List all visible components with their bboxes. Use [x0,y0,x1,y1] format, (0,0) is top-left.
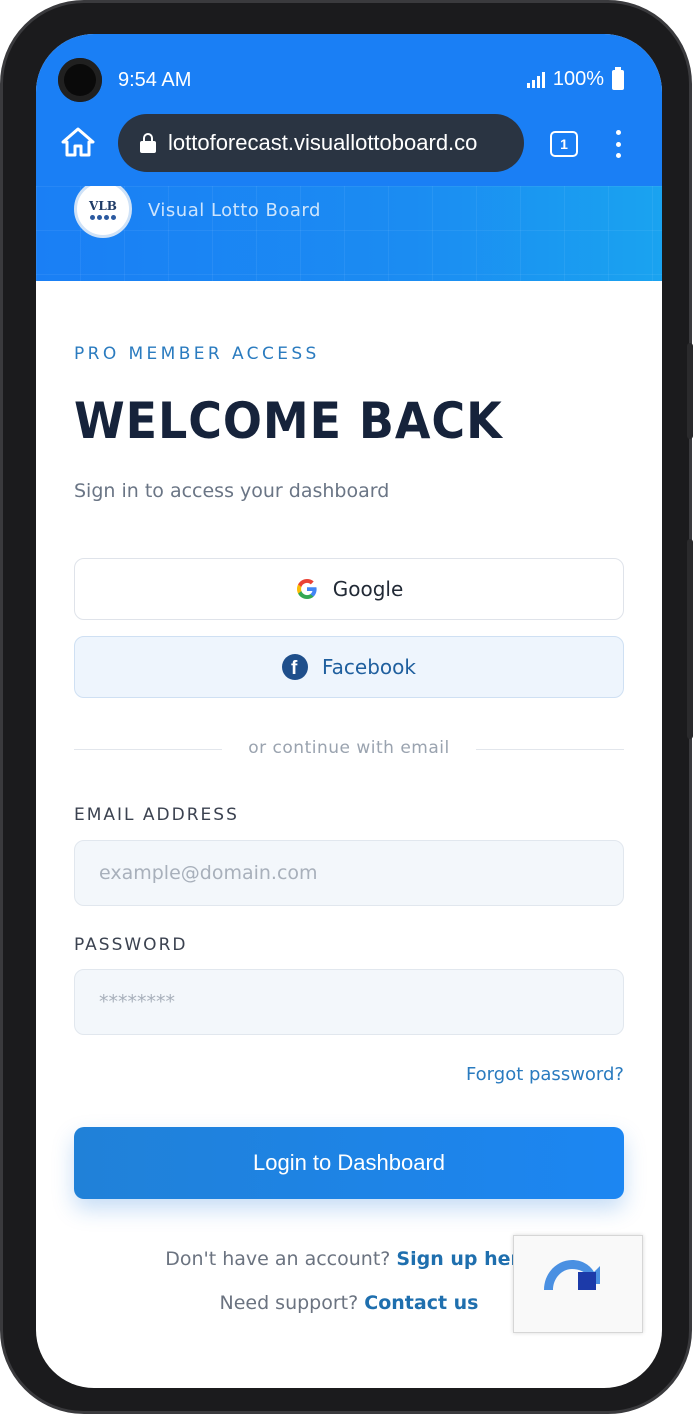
phone-frame: 9:54 AM 100% lottoforecast.visuallottobo… [0,0,693,1414]
home-icon[interactable] [60,126,96,158]
front-camera [58,58,102,102]
page-title: WELCOME BACK [74,392,503,450]
password-label: PASSWORD [74,935,188,955]
email-label: EMAIL ADDRESS [74,805,239,825]
eyebrow-label: PRO MEMBER ACCESS [74,344,320,364]
site-logo[interactable]: VLB [74,186,132,238]
login-button[interactable]: Login to Dashboard [74,1127,624,1199]
lock-icon [140,133,156,153]
email-field[interactable] [74,840,624,906]
google-signin-button[interactable]: Google [74,558,624,620]
more-menu-icon[interactable] [614,130,622,158]
google-icon [296,579,317,599]
signup-prompt: Don't have an account? [165,1248,391,1270]
page-subtitle: Sign in to access your dashboard [74,480,390,502]
battery-percent: 100% [552,68,604,90]
volume-button [687,539,693,739]
facebook-signin-button[interactable]: f Facebook [74,636,624,698]
status-time: 9:54 AM [118,69,192,91]
logo-text: VLB [89,198,117,213]
forgot-password-link[interactable]: Forgot password? [466,1064,624,1085]
facebook-icon: f [282,654,308,680]
power-button [687,343,693,439]
facebook-button-label: Facebook [322,655,416,679]
url-text: lottoforecast.visuallottoboard.co [168,130,478,155]
logo-dots [90,214,116,220]
browser-top-bar: 9:54 AM 100% lottoforecast.visuallottobo… [36,34,662,186]
tab-switcher-button[interactable]: 1 [550,131,578,157]
recaptcha-badge[interactable] [513,1235,643,1333]
support-prompt: Need support? [219,1292,359,1314]
url-bar[interactable]: lottoforecast.visuallottoboard.co [118,114,524,172]
divider-text: or continue with email [248,738,450,758]
contact-link[interactable]: Contact us [364,1292,478,1314]
signal-icon [526,71,545,88]
battery-icon [612,66,624,90]
google-button-label: Google [332,577,404,601]
or-divider: or continue with email [74,738,624,762]
site-header: VLB Visual Lotto Board [36,186,662,281]
screen: 9:54 AM 100% lottoforecast.visuallottobo… [36,34,662,1388]
site-name: Visual Lotto Board [148,200,321,221]
password-field[interactable] [74,969,624,1035]
recaptcha-icon [544,1260,600,1290]
status-indicators: 100% [526,66,624,91]
